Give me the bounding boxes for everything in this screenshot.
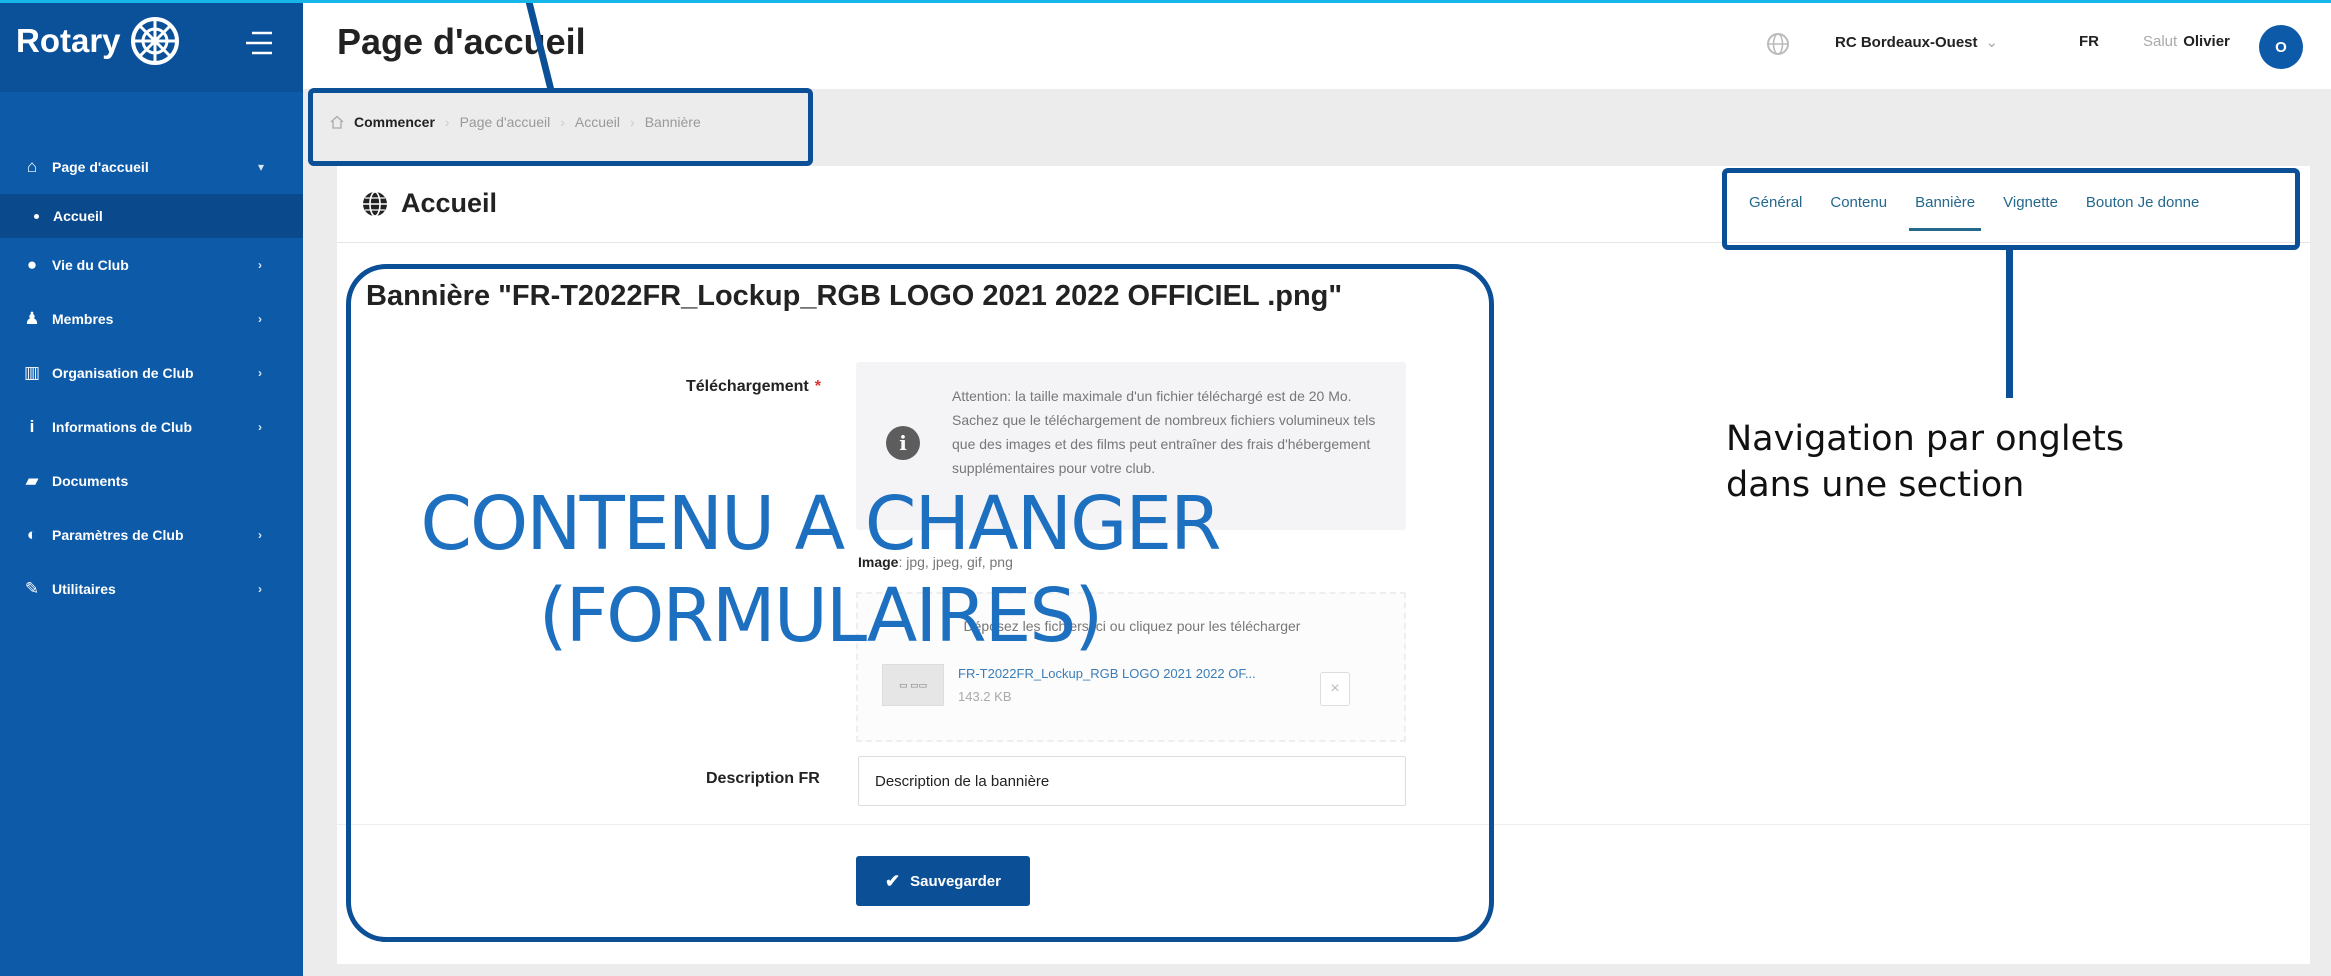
sidebar-item-label: Accueil bbox=[53, 208, 103, 224]
breadcrumb-highlight-box bbox=[308, 88, 813, 166]
sidebar-item-organisation[interactable]: ▥ Organisation de Club › bbox=[0, 346, 303, 400]
info-icon: i bbox=[29, 417, 35, 436]
toggle-icon: ◐ bbox=[26, 525, 38, 544]
user-icon: ♟ bbox=[24, 309, 40, 328]
menu-toggle-icon[interactable] bbox=[244, 30, 274, 56]
save-button[interactable]: ✔ Sauvegarder bbox=[856, 856, 1030, 906]
club-select-value: RC Bordeaux-Ouest bbox=[1835, 34, 1978, 51]
sidebar-nav: ⌂ Page d'accueil ▾ Accueil ● Vie du Club… bbox=[0, 140, 303, 616]
chevron-right-icon: › bbox=[258, 582, 262, 596]
user-name: Olivier bbox=[2183, 33, 2230, 50]
uploaded-file: ▭ ▭▭ FR-T2022FR_Lockup_RGB LOGO 2021 202… bbox=[882, 664, 1256, 706]
sidebar-item-label: Paramètres de Club bbox=[52, 527, 184, 543]
sidebar-item-label: Membres bbox=[52, 311, 114, 327]
upload-label: Téléchargement * bbox=[686, 378, 821, 396]
home-icon: ⌂ bbox=[26, 157, 38, 176]
chevron-right-icon: › bbox=[258, 312, 262, 326]
file-size: 143.2 KB bbox=[958, 689, 1012, 704]
sidebar-item-parametres[interactable]: ◐ Paramètres de Club › bbox=[0, 508, 303, 562]
description-label: Description FR bbox=[706, 770, 820, 787]
upload-label-text: Téléchargement bbox=[686, 378, 809, 395]
sidebar-item-label: Documents bbox=[52, 473, 129, 489]
annotation-connector-line bbox=[2006, 250, 2013, 398]
chevron-right-icon: › bbox=[258, 528, 262, 542]
tabs-annotation-line-1: Navigation par onglets bbox=[1726, 419, 2125, 459]
wrench-icon: ✎ bbox=[24, 579, 40, 598]
sidebar-item-label: Organisation de Club bbox=[52, 365, 194, 381]
sidebar-item-page-accueil[interactable]: ⌂ Page d'accueil ▾ bbox=[0, 140, 303, 194]
user-greeting[interactable]: Salut Olivier bbox=[2143, 33, 2230, 50]
chevron-down-icon: ⌄ bbox=[1985, 34, 1999, 51]
file-meta: FR-T2022FR_Lockup_RGB LOGO 2021 2022 OF.… bbox=[958, 666, 1256, 704]
top-header: Page d'accueil RC Bordeaux-Ouest ⌄ FR Sal… bbox=[303, 3, 2331, 89]
alert-text: Attention: la taille maximale d'un fichi… bbox=[952, 388, 1376, 476]
tabs-highlight-box bbox=[1722, 168, 2300, 250]
sidebar-item-label: Page d'accueil bbox=[52, 159, 149, 175]
check-icon: ✔ bbox=[885, 870, 901, 891]
avatar[interactable]: O bbox=[2259, 25, 2303, 69]
language-switch[interactable]: FR bbox=[2079, 33, 2099, 50]
brand-name[interactable]: Rotary bbox=[16, 22, 121, 60]
required-marker: * bbox=[814, 378, 821, 395]
file-thumbnail: ▭ ▭▭ bbox=[882, 664, 944, 706]
form-divider bbox=[337, 824, 2310, 825]
greeting-text: Salut bbox=[2143, 33, 2178, 50]
section-title-text: Accueil bbox=[401, 188, 498, 218]
sidebar-item-informations[interactable]: i Informations de Club › bbox=[0, 400, 303, 454]
top-accent-line bbox=[0, 0, 2331, 3]
description-field[interactable] bbox=[858, 756, 1406, 806]
sidebar-item-membres[interactable]: ♟ Membres › bbox=[0, 292, 303, 346]
sidebar-subitem-accueil[interactable]: Accueil bbox=[0, 194, 303, 238]
institution-icon: ▥ bbox=[23, 363, 41, 382]
club-select[interactable]: RC Bordeaux-Ouest ⌄ bbox=[1835, 33, 1998, 51]
sidebar-item-label: Informations de Club bbox=[52, 419, 192, 435]
rotary-wheel-icon bbox=[131, 17, 179, 65]
sidebar-item-utilitaires[interactable]: ✎ Utilitaires › bbox=[0, 562, 303, 616]
folder-icon: ▰ bbox=[25, 471, 39, 490]
globe-icon bbox=[363, 190, 387, 217]
globe-icon: ● bbox=[26, 255, 38, 274]
chevron-right-icon: › bbox=[258, 420, 262, 434]
chevron-right-icon: › bbox=[258, 258, 262, 272]
file-name[interactable]: FR-T2022FR_Lockup_RGB LOGO 2021 2022 OF.… bbox=[958, 666, 1256, 681]
brand-bar: Rotary bbox=[0, 0, 303, 92]
sidebar-item-label: Vie du Club bbox=[52, 257, 129, 273]
sidebar-item-documents[interactable]: ▰ Documents bbox=[0, 454, 303, 508]
info-icon: i bbox=[886, 426, 920, 460]
section-title: Accueil bbox=[361, 188, 497, 219]
save-button-label: Sauvegarder bbox=[910, 872, 1001, 890]
content-annotation-note: CONTENU A CHANGER (FORMULAIRES) bbox=[420, 481, 1221, 659]
sidebar-item-vie-du-club[interactable]: ● Vie du Club › bbox=[0, 238, 303, 292]
chevron-down-icon: ▾ bbox=[258, 160, 265, 174]
banner-title: Bannière "FR-T2022FR_Lockup_RGB LOGO 202… bbox=[366, 280, 1343, 312]
tabs-annotation-line-2: dans une section bbox=[1726, 465, 2025, 505]
globe-icon[interactable] bbox=[1765, 31, 1791, 57]
bullet-icon bbox=[34, 213, 39, 219]
tabs-annotation-note: Navigation par onglets dans une section bbox=[1726, 416, 2124, 508]
chevron-right-icon: › bbox=[258, 366, 262, 380]
sidebar-item-label: Utilitaires bbox=[52, 581, 116, 597]
page-title: Page d'accueil bbox=[337, 21, 586, 62]
sidebar: Rotary ⌂ Page d'accueil ▾ Accueil ● Vie … bbox=[0, 0, 303, 976]
remove-file-button[interactable]: × bbox=[1320, 672, 1350, 706]
